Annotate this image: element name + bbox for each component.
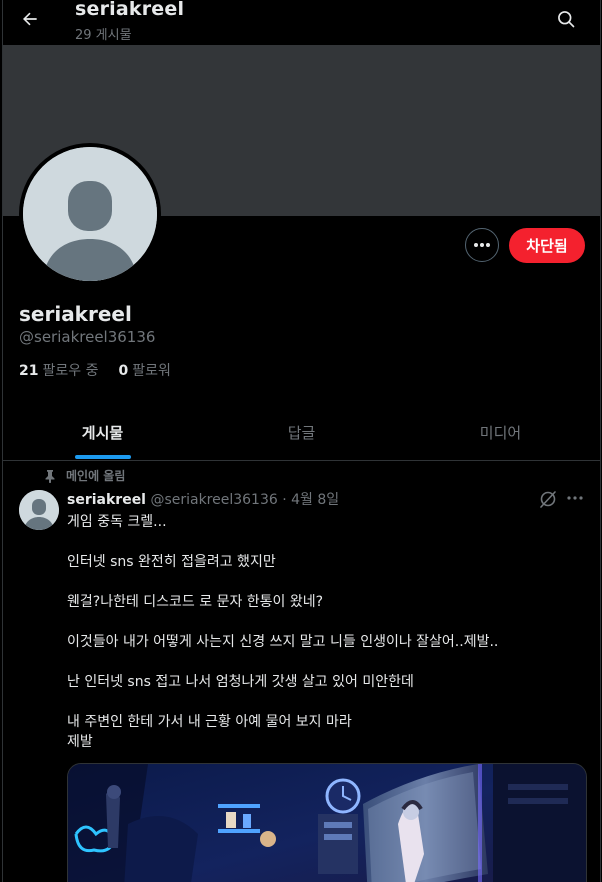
tab-label: 게시물 bbox=[81, 423, 124, 442]
more-options-button[interactable] bbox=[465, 228, 499, 262]
search-icon bbox=[558, 11, 575, 28]
post-text: 게임 중독 크렐... 인터넷 sns 완전히 접을려고 했지만 웬걸?나한테 … bbox=[67, 512, 582, 752]
person-silhouette-icon bbox=[23, 147, 157, 281]
followers-count: 0 bbox=[118, 363, 129, 379]
pin-icon bbox=[45, 469, 55, 483]
tab-replies[interactable]: 답글 bbox=[202, 404, 401, 460]
arrow-left-icon bbox=[23, 12, 37, 26]
post-line: 이것들아 내가 어떻게 사는지 신경 쓰지 말고 니들 인생이나 잘살어..제발… bbox=[67, 634, 499, 650]
pinned-indicator: 메인에 올림 bbox=[44, 467, 125, 484]
post-line: 인터넷 sns 완전히 접을려고 했지만 bbox=[67, 554, 276, 570]
top-bar: seriakreel 29 게시물 bbox=[3, 0, 600, 45]
post-line: 난 인터넷 sns 접고 나서 엄청나게 갓생 살고 있어 미안한데 bbox=[67, 674, 414, 690]
follow-stats: 21 팔로우 중 0 팔로워 bbox=[19, 360, 171, 380]
default-avatar-image bbox=[23, 147, 157, 281]
search-button[interactable] bbox=[554, 7, 578, 31]
active-tab-indicator bbox=[74, 455, 131, 459]
following-count: 21 bbox=[19, 363, 39, 379]
post-header: seriakreel @seriakreel36136 · 4월 8일 bbox=[67, 489, 339, 509]
column-border-right bbox=[600, 0, 601, 882]
tab-media[interactable]: 미디어 bbox=[401, 404, 600, 460]
blocked-button[interactable]: 차단됨 bbox=[509, 228, 585, 263]
post-date[interactable]: · 4월 8일 bbox=[282, 492, 339, 508]
post-line: 웬걸?나한테 디스코드 로 문자 한통이 왔네? bbox=[67, 594, 324, 610]
tab-label: 미디어 bbox=[479, 423, 522, 442]
grok-icon[interactable] bbox=[538, 489, 558, 509]
post-media-image[interactable] bbox=[67, 763, 587, 882]
profile-name: seriakreel bbox=[19, 302, 132, 326]
post-line: 제발 bbox=[67, 734, 93, 750]
followers-link[interactable]: 0 팔로워 bbox=[118, 360, 170, 380]
more-horizontal-icon bbox=[474, 243, 490, 247]
followers-label: 팔로워 bbox=[132, 363, 171, 379]
following-label: 팔로우 중 bbox=[42, 363, 99, 379]
tab-label: 답글 bbox=[287, 423, 316, 442]
post-author-handle[interactable]: @seriakreel36136 bbox=[150, 492, 277, 508]
tab-posts[interactable]: 게시물 bbox=[3, 404, 202, 460]
post-author-name[interactable]: seriakreel bbox=[67, 492, 146, 508]
post-more-icon[interactable] bbox=[566, 491, 584, 505]
profile-page: seriakreel 29 게시물 차단됨 seriakreel @seriak… bbox=[0, 0, 602, 882]
header-post-count: 29 게시물 bbox=[75, 28, 132, 43]
profile-handle: @seriakreel36136 bbox=[19, 328, 156, 346]
post-line: 내 주변인 한테 가서 내 근황 아예 물어 보지 마라 bbox=[67, 714, 352, 730]
following-link[interactable]: 21 팔로우 중 bbox=[19, 360, 98, 380]
back-button[interactable] bbox=[17, 6, 43, 32]
person-silhouette-icon bbox=[19, 490, 59, 530]
profile-avatar[interactable] bbox=[19, 143, 161, 285]
post-author-avatar[interactable] bbox=[19, 490, 59, 530]
gaming-room-illustration bbox=[68, 764, 586, 882]
profile-tabs: 게시물 답글 미디어 bbox=[3, 404, 600, 461]
header-title: seriakreel bbox=[75, 0, 185, 20]
pinned-label: 메인에 올림 bbox=[66, 469, 126, 483]
post-line: 게임 중독 크렐... bbox=[67, 514, 167, 530]
